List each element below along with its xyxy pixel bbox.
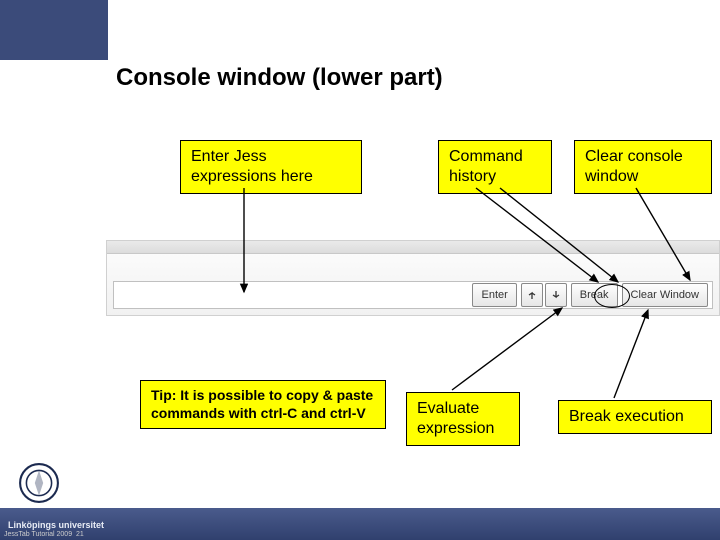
arrow-up-left-icon — [526, 289, 538, 301]
footer-bar: Linköpings universitet — [0, 508, 720, 540]
header-accent-block — [0, 0, 108, 60]
footer-page-number: 21 — [76, 531, 84, 538]
slide-title: Console window (lower part) — [116, 64, 443, 92]
button-label: Enter — [481, 289, 507, 301]
callout-evaluate-expression: Evaluate expression — [406, 392, 520, 446]
button-label: Clear Window — [631, 289, 699, 301]
footer-source: JessTab Tutorial 2009 — [4, 531, 72, 538]
callout-clear-console: Clear console window — [574, 140, 712, 194]
console-screenshot: Enter Break Clear Window — [106, 240, 720, 316]
arrow-down-right-icon — [550, 289, 562, 301]
callout-command-history: Command history — [438, 140, 552, 194]
history-highlight-ellipse — [594, 284, 630, 308]
enter-button[interactable]: Enter — [472, 283, 516, 307]
callout-enter-expressions: Enter Jess expressions here — [180, 140, 362, 194]
callout-copy-paste-tip: Tip: It is possible to copy & paste comm… — [140, 380, 386, 429]
clear-window-button[interactable]: Clear Window — [622, 283, 708, 307]
history-button-group — [521, 283, 567, 307]
university-name: Linköpings universitet — [8, 520, 104, 530]
university-seal-icon — [18, 462, 60, 504]
history-prev-button[interactable] — [521, 283, 543, 307]
history-next-button[interactable] — [545, 283, 567, 307]
callout-break-execution: Break execution — [558, 400, 712, 434]
